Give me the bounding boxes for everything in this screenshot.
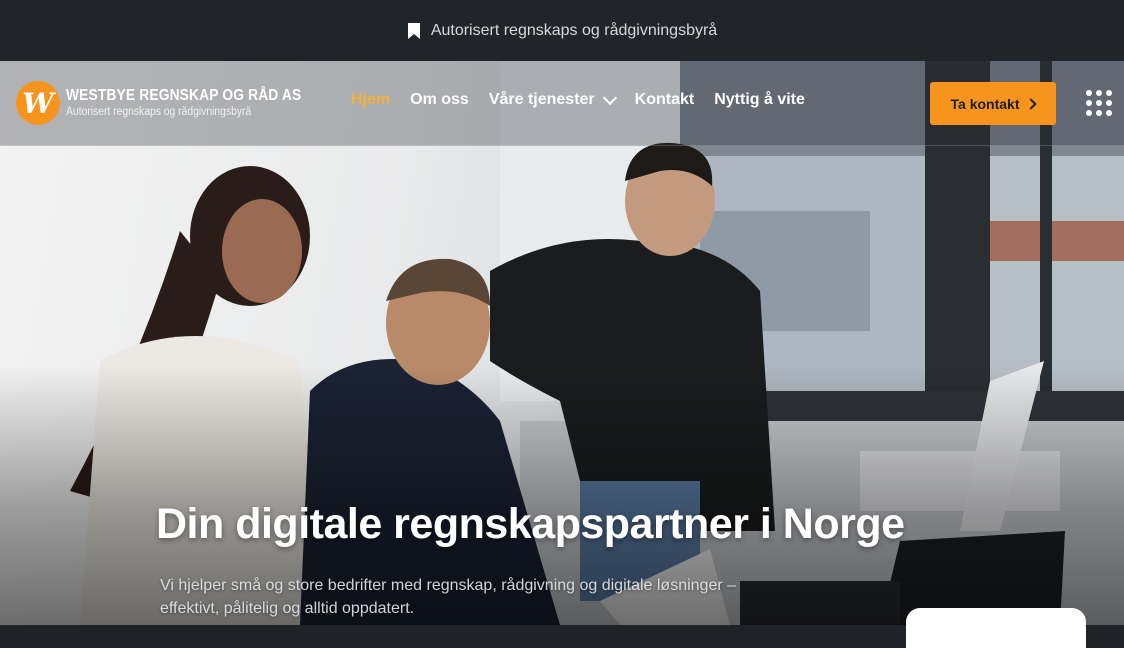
nav-item-om-oss[interactable]: Om oss [410, 91, 469, 109]
logo-subtitle: Autorisert regnskaps og rådgivningsbyrå [66, 105, 252, 118]
hero-lead: Vi hjelper små og store bedrifter med re… [160, 577, 737, 617]
grid-menu-icon[interactable] [1086, 90, 1112, 116]
bookmark-icon [407, 22, 420, 39]
logo-title: WESTBYE REGNSKAP OG RÅD AS [66, 86, 302, 104]
announcement-bar: Autorisert regnskaps og rådgivningsbyrå [0, 0, 1124, 61]
hero-headline: Din digitale regnskapspartner i Norge [156, 500, 905, 548]
contact-button-label: Ta kontakt [950, 95, 1020, 112]
nav-item-kontakt[interactable]: Kontakt [635, 91, 695, 109]
nav-item-hjem[interactable]: Hjem [351, 91, 390, 109]
chevron-right-icon [1025, 97, 1038, 110]
site-logo[interactable]: W WESTBYE REGNSKAP OG RÅD AS Autorisert … [16, 81, 340, 125]
nav-item-nyttig-a-vite[interactable]: Nyttig å vite [714, 91, 805, 109]
logo-text: WESTBYE REGNSKAP OG RÅD AS Autorisert re… [66, 86, 340, 119]
chevron-down-icon [602, 90, 617, 105]
logo-mark: W [16, 81, 60, 125]
contact-button[interactable]: Ta kontakt [930, 82, 1056, 125]
announcement-text: Autorisert regnskaps og rådgivningsbyrå [430, 21, 718, 39]
nav-menu: Hjem Om oss Våre tjenester Kontakt Nytti… [351, 90, 825, 109]
nav-item-vare-tjenester[interactable]: Våre tjenester [489, 90, 617, 109]
hero-secondary-button[interactable] [906, 608, 1086, 648]
